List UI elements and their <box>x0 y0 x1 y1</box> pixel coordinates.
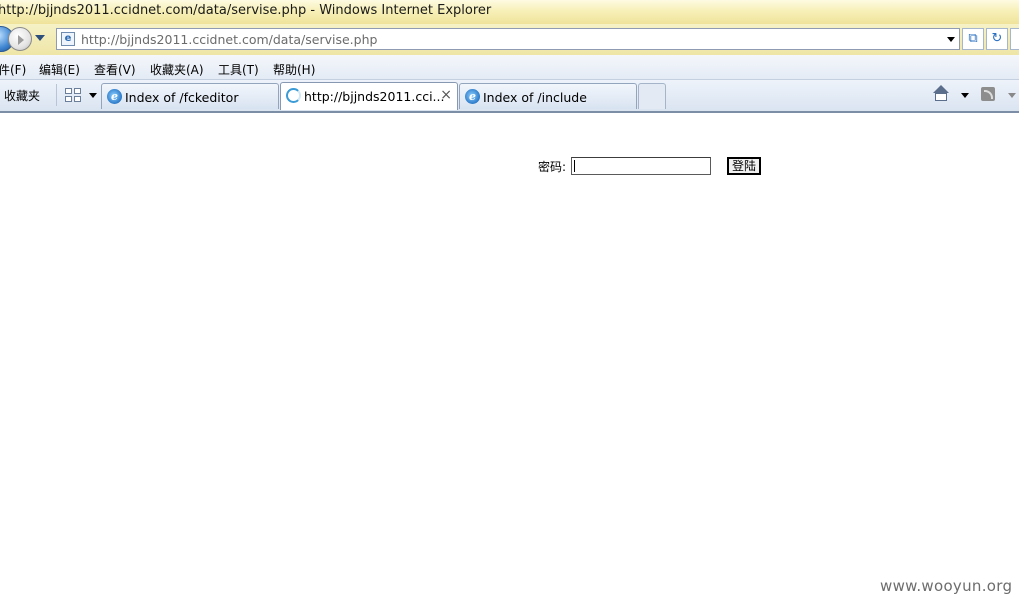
stop-button[interactable] <box>1010 28 1019 50</box>
title-bar: http://bjjnds2011.ccidnet.com/data/servi… <box>0 0 1019 24</box>
menu-file[interactable]: 件(F) <box>0 61 26 78</box>
menu-help[interactable]: 帮助(H) <box>273 61 315 78</box>
menu-view[interactable]: 查看(V) <box>94 61 136 78</box>
page-icon: e <box>61 32 75 46</box>
divider <box>56 84 57 106</box>
menu-edit[interactable]: 编辑(E) <box>39 61 80 78</box>
tab-label: Index of /include <box>483 90 587 105</box>
tab-servise[interactable]: http://bjjnds2011.cci... × <box>280 82 458 110</box>
tab-label: http://bjjnds2011.cci... <box>304 89 445 104</box>
menu-bar: 件(F) 编辑(E) 查看(V) 收藏夹(A) 工具(T) 帮助(H) <box>0 55 1019 80</box>
forward-button[interactable] <box>8 27 32 51</box>
url-input[interactable] <box>81 31 931 48</box>
tab-label: Index of /fckeditor <box>125 90 239 105</box>
home-dropdown-icon[interactable] <box>961 93 969 98</box>
menu-tools[interactable]: 工具(T) <box>218 61 259 78</box>
watermark: www.wooyun.org <box>880 577 1013 595</box>
favorites-button[interactable]: 收藏夹 <box>4 87 40 104</box>
ie-page-icon: e <box>107 89 122 104</box>
window-title: http://bjjnds2011.ccidnet.com/data/servi… <box>0 3 492 18</box>
ie-page-icon: e <box>465 89 480 104</box>
address-dropdown-icon[interactable] <box>947 37 955 42</box>
loading-icon <box>286 88 301 103</box>
page-content: 密码: 登陆 www.wooyun.org <box>0 115 1019 596</box>
tab-bar: 收藏夹 e Index of /fckeditor http://bjjnds2… <box>0 80 1019 113</box>
login-button[interactable]: 登陆 <box>727 157 761 175</box>
address-bar[interactable]: e <box>56 28 960 50</box>
compatibility-view-icon[interactable]: ⧉ <box>962 28 984 50</box>
tab-include[interactable]: e Index of /include <box>459 83 637 109</box>
new-tab-button[interactable] <box>638 83 666 109</box>
home-icon[interactable] <box>932 85 950 103</box>
feeds-dropdown-icon[interactable] <box>1008 93 1016 98</box>
tab-list-dropdown-icon[interactable] <box>89 93 97 98</box>
menu-favorites[interactable]: 收藏夹(A) <box>150 61 204 78</box>
recent-pages-dropdown-icon[interactable] <box>35 35 45 41</box>
password-label: 密码: <box>538 160 567 174</box>
refresh-icon[interactable]: ↻ <box>986 28 1008 50</box>
feeds-icon[interactable] <box>981 87 995 101</box>
quick-tabs-icon[interactable] <box>62 84 84 106</box>
password-input[interactable] <box>571 157 711 175</box>
navigation-bar: e ⧉ ↻ <box>0 24 1019 55</box>
tab-fckeditor[interactable]: e Index of /fckeditor <box>101 83 279 109</box>
text-caret <box>574 160 575 172</box>
close-tab-icon[interactable]: × <box>440 87 452 103</box>
